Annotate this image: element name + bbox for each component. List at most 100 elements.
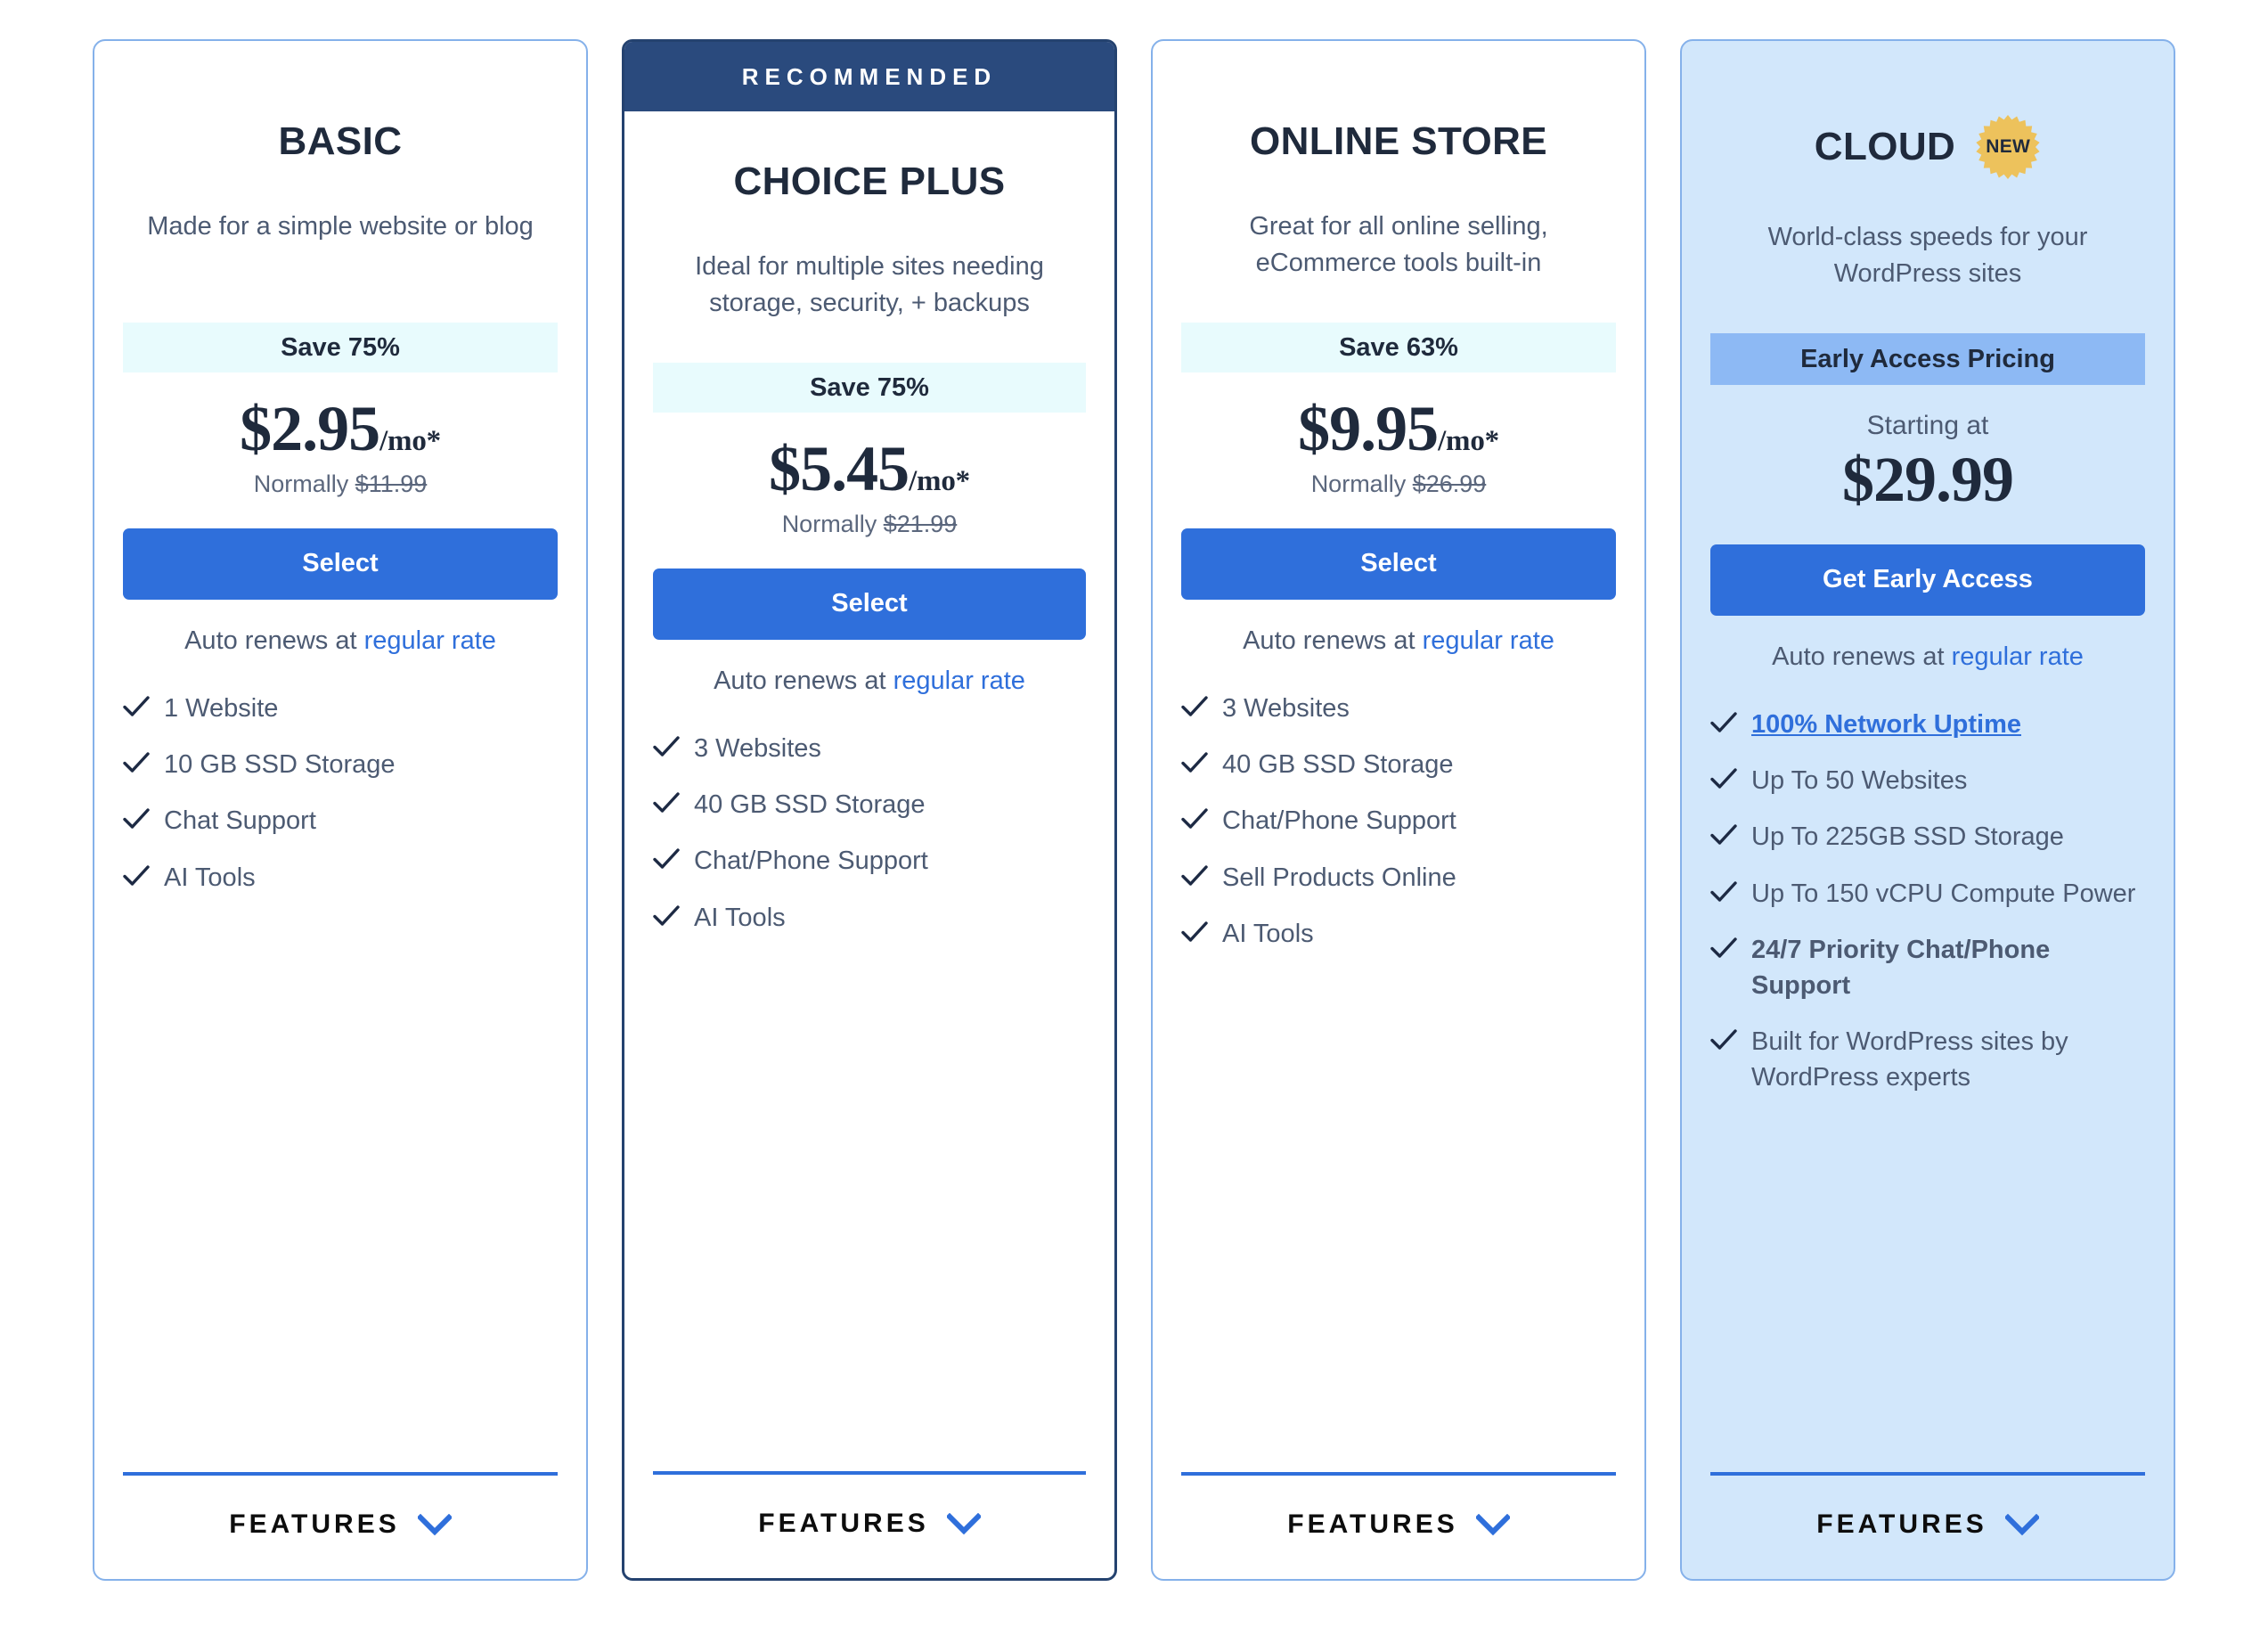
- feature-label: Chat/Phone Support: [694, 847, 928, 876]
- card-footer: FEATURES: [1153, 1472, 1644, 1579]
- price-line: $2.95/mo*: [123, 393, 558, 464]
- feature-item: Up To 50 Websites: [1710, 762, 2145, 798]
- plan-title: ONLINE STORE: [1249, 119, 1548, 163]
- card-body-basic: BASIC Made for a simple website or blog Sa…: [94, 41, 586, 1472]
- feature-label: Up To 50 Websites: [1751, 766, 1968, 796]
- check-icon: [1710, 875, 1737, 909]
- check-icon: [1181, 915, 1208, 949]
- regular-rate-link[interactable]: regular rate: [1423, 626, 1554, 655]
- normally-prefix: Normally: [253, 470, 355, 497]
- price-amount: $2.95: [240, 393, 380, 464]
- feature-list: 1 Website 10 GB SSD Storage Chat Support AI…: [123, 690, 558, 1472]
- feature-item: AI Tools: [123, 859, 558, 896]
- price-unit: /mo*: [379, 425, 441, 457]
- select-plan-button[interactable]: Select: [653, 568, 1086, 640]
- feature-item: 24/7 Priority Chat/Phone Support: [1710, 931, 2145, 1003]
- auto-renew-prefix: Auto renews at: [714, 666, 893, 695]
- plan-title-row: BASIC: [123, 114, 558, 169]
- card-body-choice-plus: CHOICE PLUS Ideal for multiple sites need…: [624, 111, 1114, 1471]
- check-icon: [653, 899, 680, 933]
- feature-label: Up To 150 vCPU Compute Power: [1751, 879, 2136, 908]
- check-icon: [1181, 802, 1208, 836]
- features-toggle-label: FEATURES: [758, 1509, 929, 1538]
- save-banner: Save 75%: [123, 323, 558, 372]
- card-body-cloud: CLOUD NEW World-class speeds for your Word…: [1682, 41, 2174, 1472]
- feature-list: 100% Network Uptime Up To 50 Websites Up T…: [1710, 706, 2145, 1472]
- normally-prefix: Normally: [781, 510, 884, 537]
- auto-renew-prefix: Auto renews at: [1243, 626, 1423, 655]
- check-icon: [1710, 818, 1737, 852]
- feature-item: 40 GB SSD Storage: [653, 786, 1086, 822]
- auto-renew-note: Auto renews at regular rate: [1710, 642, 2145, 672]
- feature-item: Chat/Phone Support: [1181, 802, 1616, 838]
- price-amount: $9.95: [1298, 393, 1439, 464]
- auto-renew-note: Auto renews at regular rate: [1181, 626, 1616, 656]
- starting-at-label: Starting at: [1866, 411, 1989, 440]
- features-toggle-label: FEATURES: [229, 1509, 400, 1539]
- price-line: $9.95/mo*: [1181, 393, 1616, 464]
- normally-price: Normally $26.99: [1181, 470, 1616, 498]
- feature-label: Built for WordPress sites by WordPress e…: [1751, 1027, 2068, 1092]
- features-toggle-button[interactable]: FEATURES: [123, 1509, 558, 1540]
- feature-label: Chat/Phone Support: [1222, 806, 1456, 836]
- regular-rate-link[interactable]: regular rate: [364, 626, 496, 655]
- price-area: Starting at $29.99: [1710, 408, 2145, 514]
- feature-item: Chat/Phone Support: [653, 842, 1086, 879]
- save-banner: Save 75%: [653, 363, 1086, 413]
- plan-title-row: ONLINE STORE: [1181, 114, 1616, 169]
- check-icon: [653, 786, 680, 820]
- normally-strikethrough-price: $26.99: [1412, 470, 1487, 497]
- features-toggle-button[interactable]: FEATURES: [1710, 1509, 2145, 1540]
- features-toggle-label: FEATURES: [1816, 1509, 1987, 1539]
- normally-strikethrough-price: $11.99: [355, 470, 428, 497]
- feature-item: 1 Website: [123, 690, 558, 726]
- chevron-down-icon: [417, 1514, 452, 1535]
- pricing-card-cloud: CLOUD NEW World-class speeds for your Word…: [1680, 39, 2175, 1581]
- chevron-down-icon: [1475, 1514, 1510, 1535]
- feature-item: 10 GB SSD Storage: [123, 746, 558, 782]
- check-icon: [1710, 762, 1737, 796]
- feature-label: Sell Products Online: [1222, 863, 1456, 892]
- feature-list: 3 Websites 40 GB SSD Storage Chat/Phone Su…: [653, 730, 1086, 1471]
- feature-item: 40 GB SSD Storage: [1181, 746, 1616, 782]
- normally-strikethrough-price: $21.99: [883, 510, 958, 537]
- feature-label: AI Tools: [164, 863, 256, 892]
- check-icon: [1710, 931, 1737, 965]
- plan-title-row: CHOICE PLUS: [653, 154, 1086, 209]
- feature-label: 1 Website: [164, 693, 279, 723]
- regular-rate-link[interactable]: regular rate: [1952, 642, 2084, 671]
- pricing-card-online-store: ONLINE STORE Great for all online selling…: [1151, 39, 1646, 1581]
- plan-tagline: Ideal for multiple sites needing storage…: [695, 252, 1044, 318]
- feature-item: 100% Network Uptime: [1710, 706, 2145, 742]
- new-badge: NEW: [1975, 114, 2041, 180]
- features-toggle-button[interactable]: FEATURES: [653, 1509, 1086, 1539]
- select-plan-button[interactable]: Select: [1181, 528, 1616, 600]
- price-line: $29.99: [1710, 446, 2145, 514]
- regular-rate-link[interactable]: regular rate: [893, 667, 1025, 695]
- plan-title: CHOICE PLUS: [733, 159, 1006, 203]
- feature-label: AI Tools: [694, 903, 786, 932]
- plan-title-row: CLOUD NEW: [1710, 114, 2145, 180]
- feature-label: 24/7 Priority Chat/Phone Support: [1751, 936, 2051, 1000]
- feature-item: Sell Products Online: [1181, 859, 1616, 896]
- get-early-access-button[interactable]: Get Early Access: [1710, 544, 2145, 616]
- pricing-plans-grid: BASIC Made for a simple website or blog Sa…: [0, 0, 2268, 1636]
- select-plan-button[interactable]: Select: [123, 528, 558, 600]
- features-toggle-button[interactable]: FEATURES: [1181, 1509, 1616, 1540]
- check-icon: [1710, 706, 1737, 740]
- check-icon: [1181, 690, 1208, 724]
- price-amount: $29.99: [1842, 444, 2014, 515]
- feature-list: 3 Websites 40 GB SSD Storage Chat/Phone Su…: [1181, 690, 1616, 1472]
- price-area: $5.45/mo* Normally $21.99: [653, 435, 1086, 538]
- plan-tagline: World-class speeds for your WordPress si…: [1767, 223, 2088, 289]
- normally-price: Normally $21.99: [653, 511, 1086, 538]
- card-footer: FEATURES: [624, 1471, 1114, 1578]
- card-footer: FEATURES: [1682, 1472, 2174, 1579]
- price-area: $2.95/mo* Normally $11.99: [123, 393, 558, 498]
- feature-label[interactable]: 100% Network Uptime: [1751, 706, 2021, 742]
- feature-item: AI Tools: [653, 899, 1086, 936]
- check-icon: [123, 859, 150, 893]
- pricing-card-choice-plus: RECOMMENDED CHOICE PLUS Ideal for multiple…: [622, 39, 1117, 1581]
- normally-price: Normally $11.99: [123, 470, 558, 498]
- check-icon: [653, 730, 680, 764]
